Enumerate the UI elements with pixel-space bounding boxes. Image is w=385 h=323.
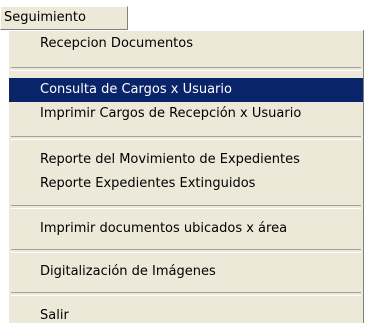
menu-separator (11, 136, 361, 140)
menu-separator (11, 292, 361, 296)
menu-item-recepcion-documentos[interactable]: Recepcion Documentos (9, 32, 363, 56)
menu-item-imprimir-documentos-area[interactable]: Imprimir documentos ubicados x área (9, 217, 363, 241)
menu-item-digitalizacion-imagenes[interactable]: Digitalización de Imágenes (9, 260, 363, 284)
menu-item-imprimir-cargos-recepcion[interactable]: Imprimir Cargos de Recepción x Usuario (9, 102, 363, 126)
menu-item-reporte-expedientes-extinguidos[interactable]: Reporte Expedientes Extinguidos (9, 172, 363, 196)
menu-item-consulta-cargos-usuario[interactable]: Consulta de Cargos x Usuario (9, 78, 363, 102)
menu-item-salir[interactable]: Salir (9, 304, 363, 323)
menu-separator (11, 67, 361, 71)
menu-separator (11, 249, 361, 253)
dropdown-menu: Recepcion Documentos Consulta de Cargos … (8, 30, 364, 323)
menu-separator (11, 205, 361, 209)
menu-item-reporte-movimiento-expedientes[interactable]: Reporte del Movimiento de Expedientes (9, 148, 363, 172)
menu-title-seguimiento[interactable]: Seguimiento (0, 6, 128, 30)
